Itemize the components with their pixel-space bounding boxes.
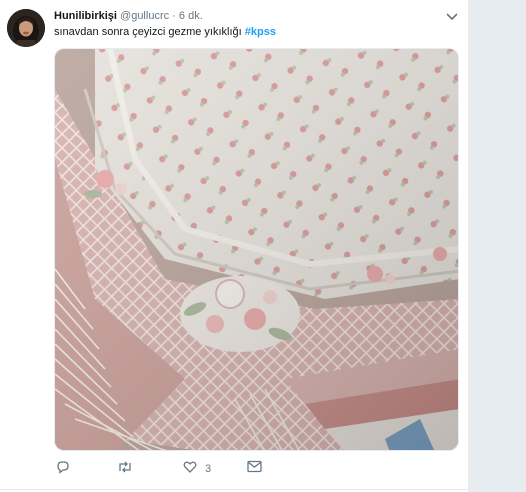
display-name[interactable]: Hunilibirkişi <box>54 10 117 22</box>
tweet[interactable]: Hunilibirkişi @gullucrc · 6 dk. sınavdan… <box>0 0 468 492</box>
avatar-photo <box>7 9 45 47</box>
reply-button[interactable] <box>56 460 78 478</box>
direct-message-button[interactable] <box>247 460 270 478</box>
hashtag-link[interactable]: #kpss <box>245 26 276 38</box>
envelope-icon <box>247 460 262 478</box>
user-handle[interactable]: @gullucrc <box>120 10 169 22</box>
tweet-media[interactable] <box>54 48 459 451</box>
tweet-actions: 3 <box>54 460 344 478</box>
reply-icon <box>56 460 70 479</box>
right-gutter <box>468 0 526 492</box>
avatar[interactable] <box>7 9 45 47</box>
tweet-header: Hunilibirkişi @gullucrc · 6 dk. <box>54 9 203 23</box>
like-button[interactable]: 3 <box>183 460 211 478</box>
divider <box>0 489 468 490</box>
carpet-photo <box>55 49 458 450</box>
chevron-down-icon[interactable] <box>444 10 460 24</box>
timestamp[interactable]: 6 dk. <box>179 10 203 22</box>
retweet-button[interactable] <box>117 460 141 478</box>
like-count: 3 <box>205 463 212 475</box>
tweet-body: sınavdan sonra çeyizci gezme yıkıklığı <box>54 26 242 38</box>
tweet-text: sınavdan sonra çeyizci gezme yıkıklığı #… <box>54 25 276 39</box>
heart-icon <box>183 460 197 479</box>
separator-dot: · <box>172 10 176 22</box>
retweet-icon <box>117 460 133 479</box>
